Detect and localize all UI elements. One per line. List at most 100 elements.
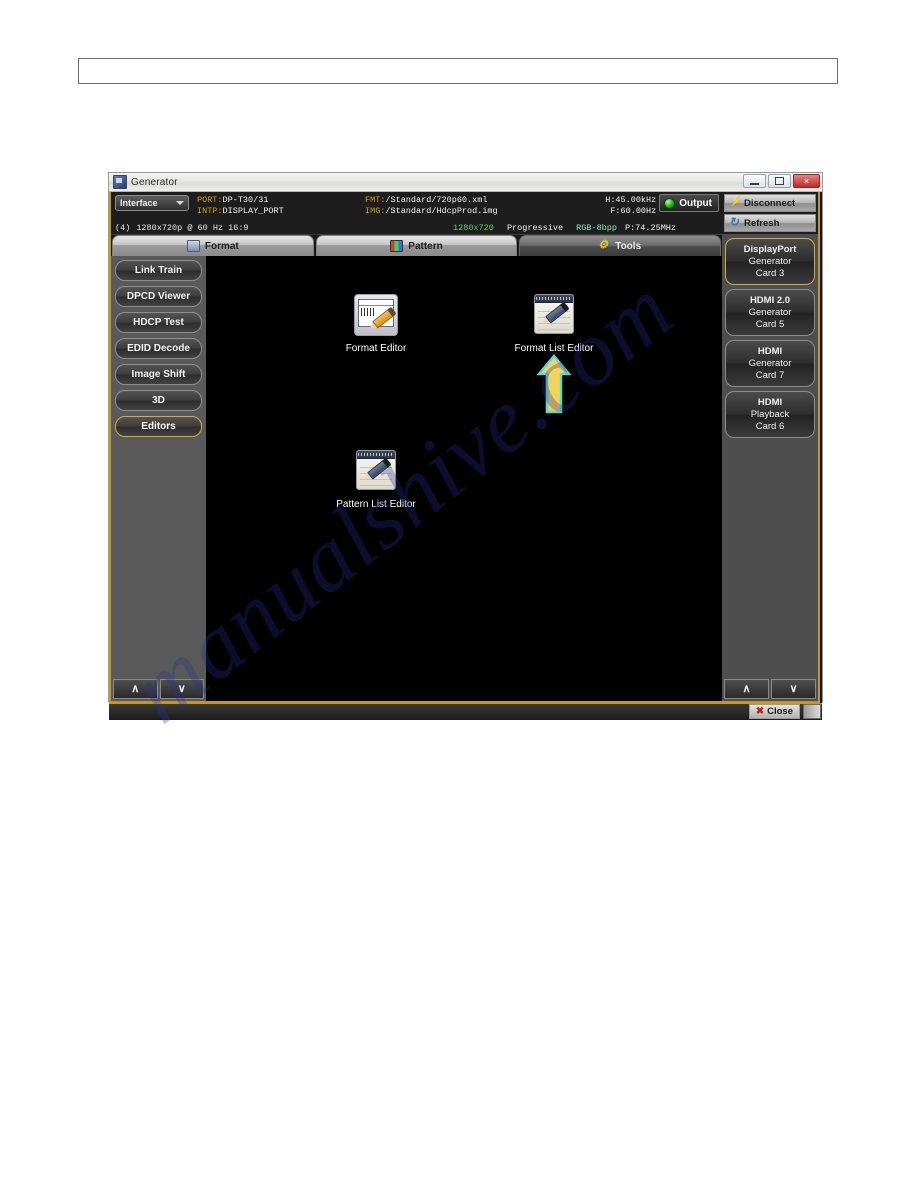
- intp-value: DISPLAY_PORT: [222, 206, 284, 216]
- window-controls: ×: [743, 174, 820, 188]
- tab-tools-label: Tools: [615, 240, 642, 252]
- sidebar-item-hdcp-test[interactable]: HDCP Test: [115, 312, 202, 333]
- timing-color-depth: RGB-8bpp: [576, 223, 617, 233]
- interface-dropdown-label: Interface: [120, 198, 158, 208]
- generator-window: Generator × Interface PORT:DP-T30/31 INT…: [108, 172, 823, 720]
- output-led-icon: [664, 197, 676, 209]
- h-frequency: H:45.00kHz: [605, 195, 657, 205]
- up-arrow-annotation: [537, 354, 571, 414]
- mode-text: 1280x720p @ 60 Hz 16:9: [136, 223, 249, 233]
- icon-format-editor-label: Format Editor: [345, 343, 407, 354]
- sidebar-item-image-shift[interactable]: Image Shift: [115, 364, 202, 385]
- tab-pattern-label: Pattern: [408, 240, 443, 252]
- interface-dropdown[interactable]: Interface: [115, 195, 189, 211]
- card-line1: HDMI: [757, 396, 783, 408]
- intp-key: INTP:: [197, 206, 223, 216]
- close-x-icon: ✖: [755, 706, 765, 717]
- fmt-value: /Standard/720p60.xml: [385, 195, 488, 205]
- card-line3: Card 3: [755, 267, 785, 279]
- card-hdmi-playback-6[interactable]: HDMI Playback Card 6: [725, 391, 815, 438]
- card-line1: DisplayPort: [743, 243, 797, 255]
- icon-pattern-list-editor-label: Pattern List Editor: [336, 499, 416, 510]
- notepad-pencil-icon: [352, 450, 400, 496]
- timing-row: (4) 1280x720p @ 60 Hz 16:9 1280x720 Prog…: [115, 223, 720, 233]
- card-line2: Playback: [750, 408, 790, 420]
- timing-scan: Progressive: [506, 223, 564, 233]
- minimize-button[interactable]: [743, 174, 766, 188]
- card-line3: Card 7: [755, 369, 785, 381]
- port-key: PORT:: [197, 195, 223, 205]
- icon-pattern-list-editor[interactable]: Pattern List Editor: [321, 448, 431, 510]
- monitor-icon: [113, 175, 127, 189]
- disconnect-button-label: Disconnect: [744, 197, 796, 209]
- card-line1: HDMI 2.0: [749, 294, 791, 306]
- img-row: IMG:/Standard/HdcpProd.img: [365, 206, 584, 217]
- p-frequency: P:74.25MHz: [624, 223, 676, 233]
- fmt-key: FMT:: [365, 195, 386, 205]
- sidebar-item-link-train[interactable]: Link Train: [115, 260, 202, 281]
- refresh-button[interactable]: Refresh: [724, 214, 816, 232]
- color-bars-icon: [390, 240, 404, 252]
- timing-summary: 1280x720 Progressive RGB-8bpp: [453, 223, 617, 233]
- icon-format-list-editor-label: Format List Editor: [514, 343, 594, 354]
- window-title: Generator: [131, 176, 178, 188]
- resize-grip[interactable]: [803, 704, 821, 719]
- maximize-button[interactable]: [768, 174, 791, 188]
- icon-format-editor[interactable]: Format Editor: [321, 292, 431, 354]
- port-value: DP-T30/31: [222, 195, 269, 205]
- window-close-button[interactable]: ×: [793, 174, 820, 188]
- timing-resolution: 1280x720: [453, 223, 494, 233]
- card-line2: Generator: [748, 255, 792, 267]
- sidebar-scroll-down-button[interactable]: ∨: [159, 679, 204, 699]
- ruler-pencil-icon: [352, 294, 400, 340]
- status-info-strip: Interface PORT:DP-T30/31 INTP:DISPLAY_PO…: [111, 192, 722, 235]
- refresh-icon: [729, 215, 740, 229]
- card-line3: Card 6: [755, 420, 785, 432]
- connection-buttons: Disconnect Refresh: [722, 192, 818, 234]
- tools-sidebar-scroll: ∧ ∨: [111, 679, 206, 701]
- intp-row: INTP:DISPLAY_PORT: [197, 206, 365, 217]
- tools-content-row: Link Train DPCD Viewer HDCP Test EDID De…: [111, 256, 722, 701]
- card-line2: Generator: [748, 357, 792, 369]
- card-line2: Generator: [748, 306, 792, 318]
- card-sidebar: DisplayPort Generator Card 3 HDMI 2.0 Ge…: [722, 234, 818, 701]
- card-hdmi-generator-7[interactable]: HDMI Generator Card 7: [725, 340, 815, 387]
- card-hdmi20-generator-5[interactable]: HDMI 2.0 Generator Card 5: [725, 289, 815, 336]
- chevron-down-icon: [176, 201, 184, 205]
- icon-format-list-editor[interactable]: Format List Editor: [499, 292, 609, 354]
- output-toggle-button[interactable]: Output: [659, 194, 719, 212]
- output-button-label: Output: [679, 197, 712, 209]
- img-key: IMG:: [365, 206, 386, 216]
- device-panel: Disconnect Refresh DisplayPort Generator…: [722, 192, 820, 703]
- tab-tools[interactable]: Tools: [519, 235, 722, 256]
- sidebar-scroll-up-button[interactable]: ∧: [113, 679, 158, 699]
- sidebar-item-editors[interactable]: Editors: [115, 416, 202, 437]
- card-line3: Card 5: [755, 318, 785, 330]
- card-line1: HDMI: [757, 345, 783, 357]
- close-button-label: Close: [767, 706, 793, 717]
- card-scroll-down-button[interactable]: ∨: [771, 679, 816, 699]
- window-title-bar: Generator ×: [109, 173, 822, 192]
- sidebar-item-dpcd-viewer[interactable]: DPCD Viewer: [115, 286, 202, 307]
- main-panel: Interface PORT:DP-T30/31 INTP:DISPLAY_PO…: [109, 192, 722, 703]
- refresh-button-label: Refresh: [744, 217, 780, 229]
- tab-format[interactable]: Format: [112, 235, 314, 256]
- card-scroll-up-button[interactable]: ∧: [724, 679, 769, 699]
- tab-pattern[interactable]: Pattern: [315, 235, 518, 256]
- card-displayport-generator-3[interactable]: DisplayPort Generator Card 3: [725, 238, 815, 285]
- tools-icon: [598, 238, 610, 251]
- monitor-icon: [186, 240, 200, 252]
- port-row: PORT:DP-T30/31: [197, 195, 365, 206]
- window-footer: ✖ Close: [109, 703, 822, 720]
- sidebar-item-edid-decode[interactable]: EDID Decode: [115, 338, 202, 359]
- fmt-row: FMT:/Standard/720p60.xml: [365, 195, 584, 206]
- editors-canvas: Format Editor Format List Editor Pattern…: [207, 256, 722, 701]
- main-tab-bar: Format Pattern Tools: [111, 235, 722, 256]
- plug-icon: [729, 196, 741, 208]
- img-value: /Standard/HdcpProd.img: [385, 206, 498, 216]
- tab-format-label: Format: [204, 240, 239, 252]
- close-button[interactable]: ✖ Close: [748, 704, 800, 719]
- sidebar-item-3d[interactable]: 3D: [115, 390, 202, 411]
- card-sidebar-scroll: ∧ ∨: [722, 679, 818, 701]
- disconnect-button[interactable]: Disconnect: [724, 194, 816, 212]
